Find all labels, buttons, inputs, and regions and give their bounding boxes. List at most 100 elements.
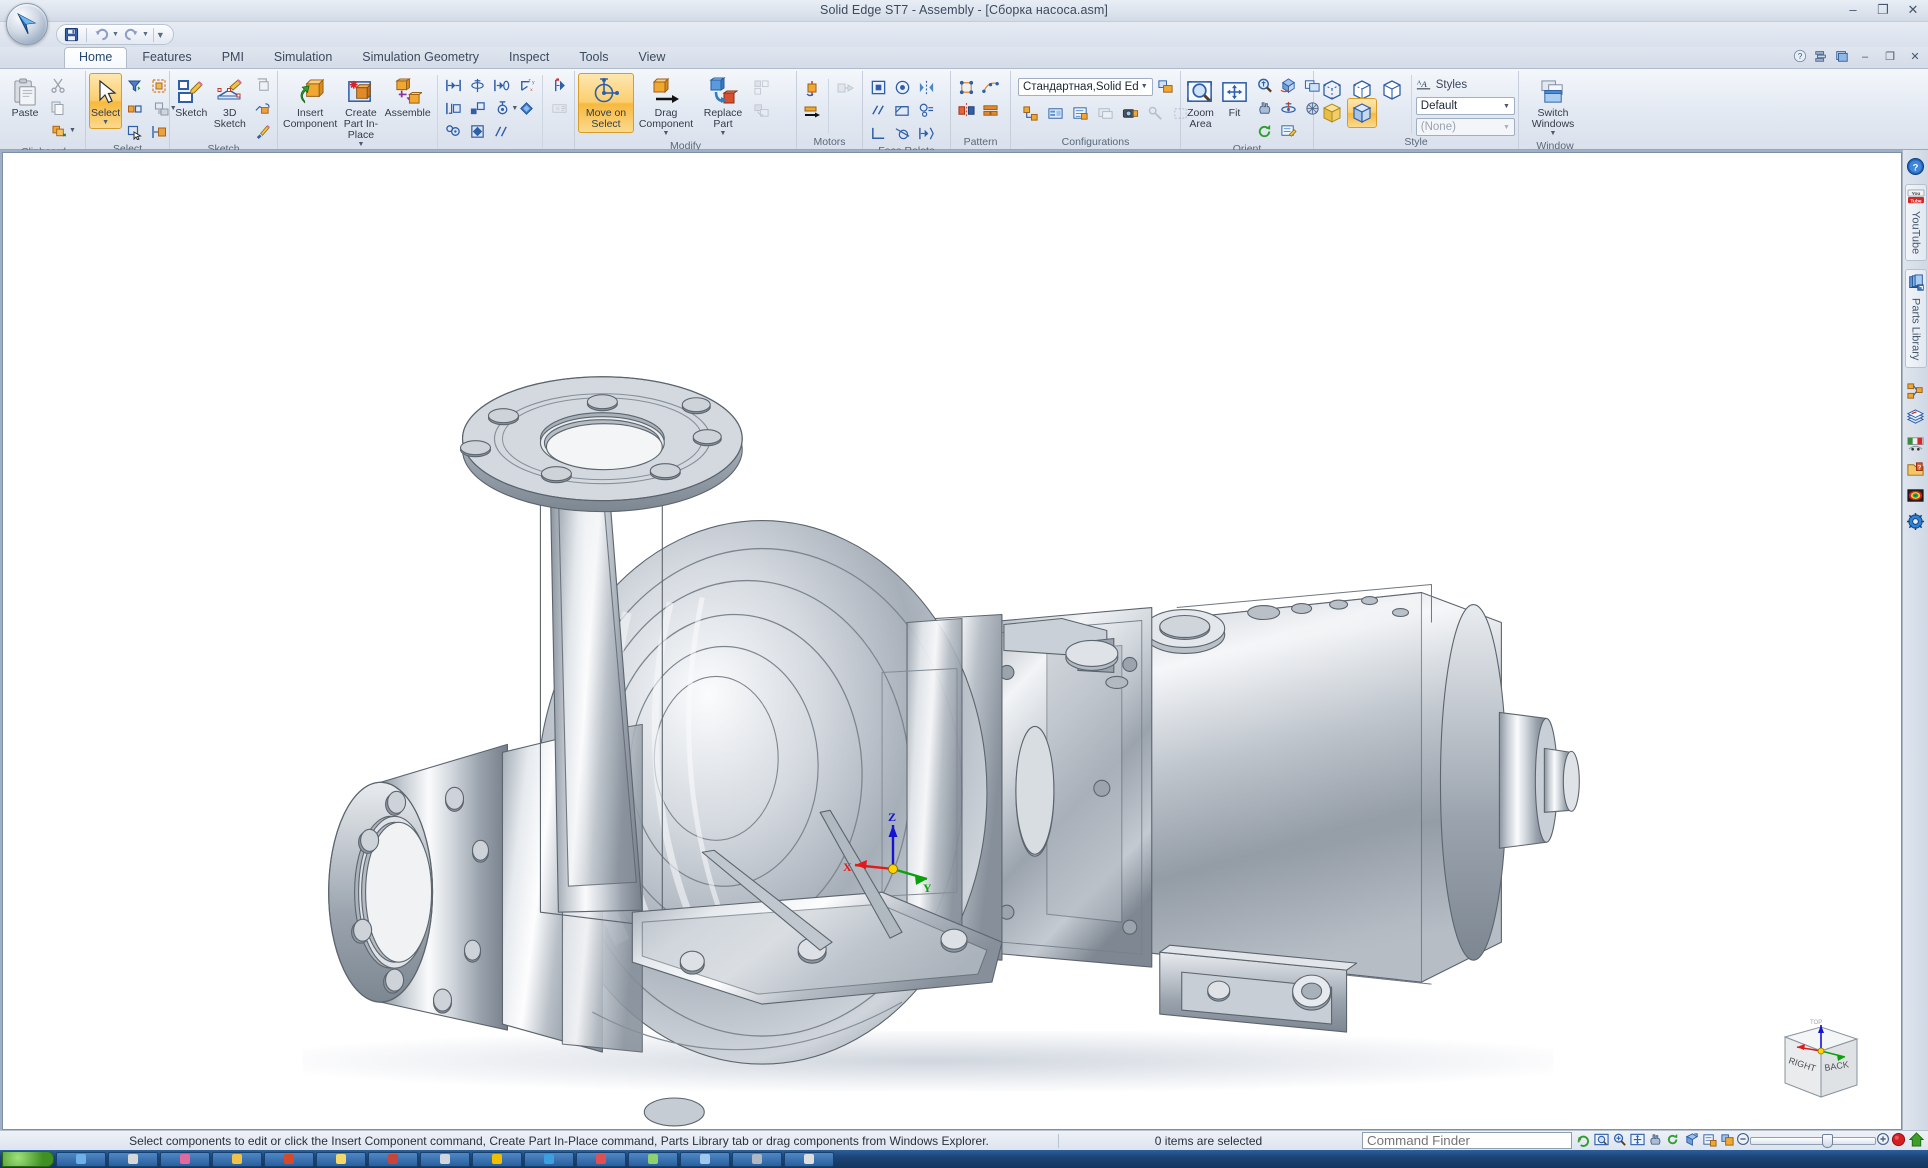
display-manager-icon[interactable] [1068, 102, 1092, 125]
chevron-down-icon[interactable]: ▼ [1139, 83, 1150, 90]
help-icon[interactable]: ? [1905, 154, 1927, 178]
planar-align-icon[interactable] [465, 74, 489, 97]
doc-restore-button[interactable]: ❐ [1881, 50, 1899, 66]
zones-icon[interactable] [1043, 102, 1067, 125]
taskbar-item[interactable] [264, 1151, 314, 1167]
pattern-table-icon[interactable] [978, 99, 1002, 122]
select-face-icon[interactable] [147, 120, 171, 143]
match-coordinate-icon[interactable]: zyx [514, 74, 538, 97]
taskbar-item[interactable] [108, 1151, 158, 1167]
tab-simulation-geometry[interactable]: Simulation Geometry [347, 47, 494, 68]
taskbar-item[interactable] [160, 1151, 210, 1167]
face-parallel-icon[interactable] [866, 99, 890, 122]
common-views-icon[interactable] [1666, 1132, 1681, 1150]
select-rectangle-icon[interactable] [123, 120, 147, 143]
sketch-button[interactable]: Sketch [173, 73, 210, 122]
zoom-slider[interactable] [1737, 1133, 1889, 1148]
insert-component-button[interactable]: Insert Component [281, 73, 339, 133]
3d-viewport[interactable]: Z X Y RIGHT BACK TOP [2, 152, 1902, 1130]
layers-icon[interactable] [1905, 406, 1927, 430]
taskbar-item[interactable] [316, 1151, 366, 1167]
sketch-view-icon[interactable] [1702, 1132, 1717, 1150]
zoom-area-icon[interactable] [1594, 1132, 1609, 1150]
rigid-set-icon[interactable] [514, 97, 538, 120]
assembly-relationship-icon[interactable] [547, 74, 571, 97]
drag-component-button[interactable]: Drag Component ▼ [635, 73, 697, 140]
stop-icon[interactable] [1891, 1132, 1906, 1150]
switch-windows-button[interactable]: Switch Windows ▼ [1522, 73, 1584, 140]
chevron-down-icon[interactable]: ▼ [1501, 124, 1512, 131]
taskbar-item[interactable] [784, 1151, 834, 1167]
motor-simulation-icon[interactable] [833, 77, 857, 100]
section-icon[interactable] [1720, 1132, 1735, 1150]
face-coplanar-icon[interactable] [890, 99, 914, 122]
taskbar-item[interactable] [628, 1151, 678, 1167]
cam-icon[interactable] [465, 120, 489, 143]
display-configurations-icon[interactable] [1156, 75, 1175, 98]
cut-icon[interactable] [46, 73, 70, 96]
start-button[interactable] [2, 1151, 54, 1167]
customize-quick-access-icon[interactable]: ▼ [156, 30, 165, 40]
angle-icon[interactable] [465, 97, 489, 120]
select-filter-icon[interactable] [123, 74, 147, 97]
view-cube[interactable]: RIGHT BACK TOP [1775, 1015, 1867, 1107]
rotate-icon[interactable] [1576, 1132, 1591, 1150]
look-at-face-icon[interactable] [1684, 1132, 1699, 1150]
taskbar-item[interactable] [576, 1151, 626, 1167]
paste-button[interactable]: Paste [5, 73, 45, 122]
sensors-icon[interactable] [1905, 432, 1927, 456]
assembly-pathfinder-icon[interactable] [1905, 380, 1927, 404]
chevron-down-icon[interactable]: ▼ [1501, 103, 1512, 110]
copy-assembly-icon[interactable] [749, 76, 773, 99]
face-concentric-icon[interactable] [890, 76, 914, 99]
cascade-windows-icon[interactable] [1814, 49, 1828, 66]
copy-icon[interactable] [46, 96, 70, 119]
zoom-slider-track[interactable] [1750, 1136, 1876, 1145]
zoom-slider-thumb[interactable] [1822, 1133, 1833, 1148]
face-equal-icon[interactable] [914, 99, 938, 122]
chevron-down-icon[interactable]: ▼ [1550, 130, 1557, 137]
redo-icon[interactable] [121, 25, 142, 44]
options-icon[interactable] [1905, 510, 1927, 534]
overlay-select[interactable]: (None) ▼ [1415, 118, 1515, 136]
select-similar-icon[interactable] [123, 97, 147, 120]
linear-motor-icon[interactable] [800, 100, 824, 123]
shaded-with-edges-icon[interactable] [1347, 98, 1377, 128]
command-finder-input[interactable] [1362, 1132, 1572, 1149]
doc-close-button[interactable]: ✕ [1906, 50, 1924, 66]
taskbar-item[interactable] [680, 1151, 730, 1167]
select-button[interactable]: Select ▼ [89, 73, 123, 129]
configuration-select[interactable]: Стандартная,Solid Ed ▼ [1018, 77, 1153, 96]
capture-image-icon[interactable] [1118, 102, 1142, 125]
face-symmetric-icon[interactable] [914, 122, 938, 145]
paste-special-icon[interactable]: ▼ [46, 119, 82, 142]
chevron-down-icon[interactable]: ▼ [102, 119, 109, 126]
color-manager-icon[interactable] [1905, 484, 1927, 508]
assembly-configuration-icon[interactable] [1018, 102, 1042, 125]
taskbar-item[interactable] [472, 1151, 522, 1167]
window-layout-icon[interactable] [1093, 102, 1117, 125]
taskbar-item[interactable] [420, 1151, 470, 1167]
tab-features[interactable]: Features [127, 47, 206, 68]
rotate-icon[interactable] [1276, 74, 1300, 97]
along-curve-pattern-icon[interactable] [978, 76, 1002, 99]
sketch-region-icon[interactable] [250, 97, 274, 120]
connect-icon[interactable] [441, 97, 465, 120]
tile-windows-icon[interactable] [1835, 49, 1849, 66]
close-button[interactable]: ✕ [1904, 1, 1922, 17]
create-part-in-place-button[interactable]: Create Part In-Place ▼ [340, 73, 381, 151]
save-icon[interactable] [61, 25, 82, 44]
zoom-icon[interactable] [1252, 74, 1276, 97]
home-icon[interactable] [1908, 1131, 1925, 1150]
assemble-button[interactable]: Assemble [383, 73, 433, 122]
sidebar-tab-youtube[interactable]: You Tube YouTube [1904, 184, 1927, 262]
application-button[interactable] [6, 3, 48, 45]
doc-minimize-button[interactable]: – [1856, 50, 1874, 66]
zoom-icon[interactable] [1612, 1132, 1627, 1150]
axial-align-icon[interactable] [489, 74, 513, 97]
select-all-icon[interactable] [147, 74, 171, 97]
replace-part-button[interactable]: Replace Part ▼ [698, 73, 748, 140]
rectangular-pattern-icon[interactable] [954, 76, 978, 99]
help-icon[interactable]: ? [1793, 49, 1807, 66]
tab-view[interactable]: View [624, 47, 681, 68]
